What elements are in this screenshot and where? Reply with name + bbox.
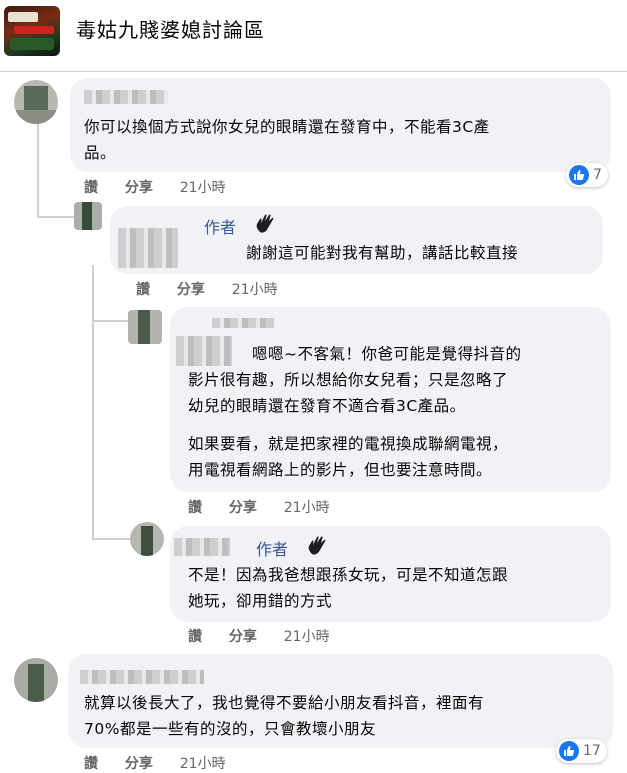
like-button[interactable]: 讚 — [84, 753, 98, 773]
like-button[interactable]: 讚 — [188, 626, 202, 646]
timestamp[interactable]: 21小時 — [232, 279, 278, 299]
commenter-name[interactable] — [118, 228, 178, 268]
comment-actions: 讚 分享 21小時 — [136, 279, 300, 299]
timestamp[interactable]: 21小時 — [284, 497, 330, 517]
commenter-name — [212, 318, 274, 328]
comment-text-line: 70%都是一些有的沒的，只會教壞小朋友 — [84, 720, 376, 738]
avatar[interactable] — [128, 310, 162, 344]
like-button[interactable]: 讚 — [84, 177, 98, 197]
comment-text-line: 如果要看，就是把家裡的電視換成聯網電視， — [188, 435, 509, 453]
commenter-name[interactable] — [176, 336, 232, 366]
comment-text-line: 幼兒的眼睛還在發育不適合看3C產品。 — [188, 397, 466, 415]
group-title[interactable]: 毒姑九賤婆媳討論區 — [76, 14, 265, 43]
avatar[interactable] — [130, 522, 164, 556]
wave-icon — [256, 214, 274, 233]
reaction-count[interactable]: 7 — [566, 163, 608, 187]
thumbs-up-icon — [559, 741, 579, 761]
thread-line — [92, 265, 94, 540]
comment-text-line: 就算以後長大了，我也覺得不要給小朋友看抖音，裡面有 — [84, 694, 485, 712]
group-avatar[interactable] — [4, 6, 60, 56]
comment-text-line: 她玩，卻用錯的方式 — [188, 592, 333, 610]
timestamp[interactable]: 21小時 — [180, 753, 226, 773]
commenter-name[interactable] — [84, 90, 168, 104]
comment-text-line: 品。 — [84, 144, 117, 162]
timestamp[interactable]: 21小時 — [180, 177, 226, 197]
commenter-name[interactable] — [174, 538, 230, 556]
comment-text-line: 你可以換個方式說你女兒的眼睛還在發育中，不能看3C產 — [84, 118, 490, 136]
like-button[interactable]: 讚 — [188, 497, 202, 517]
reaction-count-text: 7 — [593, 167, 602, 183]
thumbs-up-icon — [569, 165, 589, 185]
comment-actions: 讚 分享 21小時 — [188, 626, 352, 646]
comment-text-line: 不是！因為我爸想跟孫女玩，可是不知道怎跟 — [188, 566, 509, 584]
comment-text-line: 謝謝這可能對我有幫助，講話比較直接 — [246, 244, 519, 262]
comment-text-line: 用電視看網路上的影片，但也要注意時間。 — [188, 461, 493, 479]
group-header: 毒姑九賤婆媳討論區 — [0, 0, 627, 62]
reaction-count-text: 17 — [583, 743, 601, 759]
share-button[interactable]: 分享 — [125, 753, 153, 773]
comment-actions: 讚 分享 21小時 — [188, 497, 352, 517]
thread-line — [37, 118, 39, 218]
wave-icon — [308, 536, 326, 555]
share-button[interactable]: 分享 — [229, 626, 257, 646]
author-badge: 作者 — [204, 218, 237, 237]
comment-actions: 讚 分享 21小時 — [84, 753, 248, 773]
share-button[interactable]: 分享 — [177, 279, 205, 299]
thread-line — [92, 320, 130, 322]
comment-text-line: 影片很有趣，所以想給你女兒看；只是忽略了 — [188, 371, 509, 389]
commenter-name[interactable] — [80, 670, 204, 684]
avatar[interactable] — [14, 80, 58, 124]
reaction-count[interactable]: 17 — [556, 739, 607, 763]
thread-line — [92, 538, 130, 540]
avatar[interactable] — [14, 658, 58, 702]
like-button[interactable]: 讚 — [136, 279, 150, 299]
comment-actions: 讚 分享 21小時 — [84, 177, 248, 197]
timestamp[interactable]: 21小時 — [284, 626, 330, 646]
share-button[interactable]: 分享 — [229, 497, 257, 517]
avatar[interactable] — [74, 202, 102, 230]
share-button[interactable]: 分享 — [125, 177, 153, 197]
header-divider — [0, 71, 627, 72]
author-badge: 作者 — [256, 540, 289, 559]
comment-text-line: 嗯嗯~不客氣！你爸可能是覺得抖音的 — [252, 345, 522, 363]
